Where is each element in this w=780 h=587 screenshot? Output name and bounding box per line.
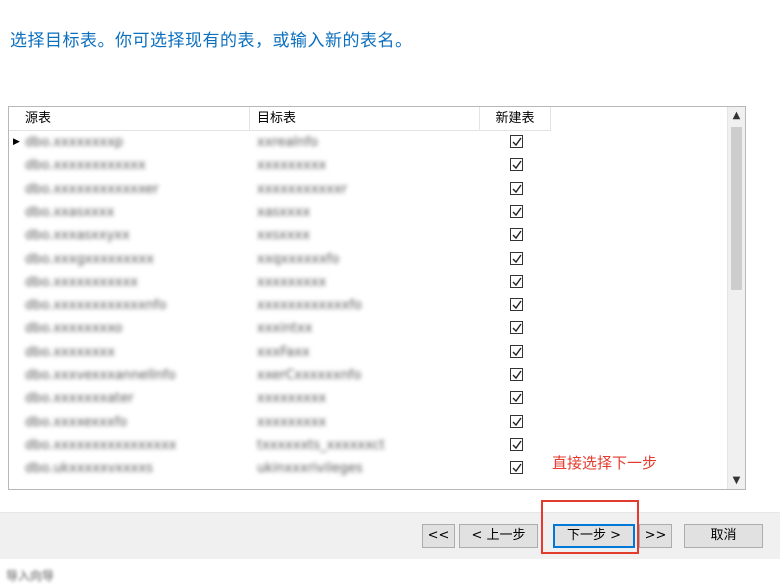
create-new-checkbox[interactable]: [510, 414, 523, 428]
source-table-cell[interactable]: dbo.xxxxxxxxxxxxer: [25, 178, 247, 201]
table-row[interactable]: dbo.xxxxxxxxxxxxxxxx txxxxxxts_xxxxxxct: [9, 434, 551, 457]
table-row[interactable]: dbo.ukxxxxxvxxxxs ukinxxxrivileges: [9, 457, 551, 480]
cancel-button[interactable]: 取消: [684, 524, 763, 548]
source-table-cell[interactable]: dbo.xxxxexxxfo: [25, 411, 247, 434]
target-table-cell[interactable]: xxxxxxxxx: [257, 271, 477, 294]
source-table-cell[interactable]: dbo.xxxxxxxxo: [25, 317, 247, 340]
source-table-cell[interactable]: dbo.xxxxxxxx: [25, 341, 247, 364]
previous-button[interactable]: < 上一步: [459, 524, 538, 548]
create-new-checkbox[interactable]: [510, 251, 523, 265]
target-table-cell[interactable]: xxxxxxxxx: [257, 387, 477, 410]
source-table-cell[interactable]: dbo.xxasxxxx: [25, 201, 247, 224]
table-row[interactable]: dbo.xxxgxxxxxxxxx xxqxxxxxxfo: [9, 248, 551, 271]
target-table-cell[interactable]: xxreaInfo: [257, 131, 477, 154]
create-new-checkbox[interactable]: [510, 158, 523, 172]
target-table-cell[interactable]: xxsxxxx: [257, 224, 477, 247]
table-row[interactable]: dbo.xxxxxxxxxxxxnfo xxxxxxxxxxxxfo: [9, 294, 551, 317]
column-header-source[interactable]: 源表: [9, 107, 250, 131]
target-table-cell[interactable]: xasxxxx: [257, 201, 477, 224]
last-page-button[interactable]: >>: [639, 524, 672, 548]
table-row[interactable]: dbo.xxxvexxxannelInfo xxerCxxxxxxnfo: [9, 364, 551, 387]
scroll-thumb[interactable]: [731, 127, 742, 290]
table-row[interactable]: dbo.xxxxxxxxxxx xxxxxxxxx: [9, 271, 551, 294]
table-row[interactable]: dbo.xxasxxxx xasxxxx: [9, 201, 551, 224]
table-row[interactable]: dbo.xxxxxxxx xxxFaxx: [9, 341, 551, 364]
create-new-checkbox[interactable]: [510, 274, 523, 288]
create-new-checkbox[interactable]: [510, 391, 523, 405]
create-new-checkbox[interactable]: [510, 368, 523, 381]
source-table-cell[interactable]: dbo.xxxxxxxxxxxxxxxx: [25, 434, 247, 457]
source-table-cell[interactable]: dbo.xxxxxxxxxxx: [25, 271, 247, 294]
instruction-text: 选择目标表。你可选择现有的表，或输入新的表名。: [10, 31, 413, 51]
target-table-cell[interactable]: xxxintxx: [257, 317, 477, 340]
source-table-cell[interactable]: dbo.xxxasxxyxx: [25, 224, 247, 247]
scroll-up-arrow-icon[interactable]: ▲: [728, 107, 745, 124]
taskbar-item[interactable]: 导入向导: [6, 567, 54, 584]
source-table-cell[interactable]: dbo.xxxxxxxater: [25, 387, 247, 410]
table-row[interactable]: dbo.xxxxxxxxxxxx xxxxxxxxx: [9, 154, 551, 177]
source-table-cell[interactable]: dbo.xxxxxxxxp: [25, 131, 247, 154]
target-table-cell[interactable]: xxqxxxxxxfo: [257, 248, 477, 271]
annotation-highlight-box: [541, 500, 639, 554]
target-table-cell[interactable]: xxerCxxxxxxnfo: [257, 364, 477, 387]
create-new-checkbox[interactable]: [510, 298, 523, 312]
table-row[interactable]: dbo.xxxxxxxxxxxxer xxxxxxxxxxxr: [9, 178, 551, 201]
taskbar: 导入向导: [0, 559, 780, 587]
first-page-button[interactable]: <<: [422, 524, 455, 548]
scroll-down-arrow-icon[interactable]: ▼: [728, 472, 745, 489]
source-table-cell[interactable]: dbo.ukxxxxxvxxxxs: [25, 457, 247, 480]
create-new-checkbox[interactable]: [510, 228, 523, 242]
create-new-checkbox[interactable]: [510, 344, 523, 358]
create-new-checkbox[interactable]: [510, 181, 523, 195]
table-row[interactable]: ▶ dbo.xxxxxxxxp xxreaInfo: [9, 131, 551, 154]
table-row[interactable]: dbo.xxxasxxyxx xxsxxxx: [9, 224, 551, 247]
source-table-cell[interactable]: dbo.xxxvexxxannelInfo: [25, 364, 247, 387]
source-table-cell[interactable]: dbo.xxxgxxxxxxxxx: [25, 248, 247, 271]
source-table-cell[interactable]: dbo.xxxxxxxxxxxx: [25, 154, 247, 177]
current-row-marker-icon: ▶: [13, 137, 20, 147]
table-row[interactable]: dbo.xxxxexxxfo xxxxxxxxx: [9, 411, 551, 434]
create-new-checkbox[interactable]: [510, 437, 523, 451]
table-row[interactable]: dbo.xxxxxxxxo xxxintxx: [9, 317, 551, 340]
target-table-cell[interactable]: xxxxxxxxx: [257, 154, 477, 177]
source-table-cell[interactable]: dbo.xxxxxxxxxxxxnfo: [25, 294, 247, 317]
target-table-cell[interactable]: xxxFaxx: [257, 341, 477, 364]
create-new-checkbox[interactable]: [510, 135, 523, 148]
column-header-create-new[interactable]: 新建表: [480, 107, 551, 131]
create-new-checkbox[interactable]: [510, 461, 523, 475]
table-mapping-grid[interactable]: 源表 目标表 新建表 ▶ dbo.xxxxxxxxp xxreaInfo dbo.xx…: [8, 106, 746, 490]
target-table-cell[interactable]: xxxxxxxxxxxr: [257, 178, 477, 201]
target-table-cell[interactable]: txxxxxxts_xxxxxxct: [257, 434, 477, 457]
annotation-text: 直接选择下一步: [552, 454, 658, 472]
create-new-checkbox[interactable]: [510, 321, 523, 335]
target-table-cell[interactable]: xxxxxxxxx: [257, 411, 477, 434]
target-table-cell[interactable]: ukinxxxrivileges: [257, 457, 477, 480]
create-new-checkbox[interactable]: [510, 204, 523, 218]
target-table-cell[interactable]: xxxxxxxxxxxxfo: [257, 294, 477, 317]
column-header-target[interactable]: 目标表: [250, 107, 480, 131]
vertical-scrollbar[interactable]: ▲ ▼: [727, 107, 745, 489]
table-row[interactable]: dbo.xxxxxxxater xxxxxxxxx: [9, 387, 551, 410]
